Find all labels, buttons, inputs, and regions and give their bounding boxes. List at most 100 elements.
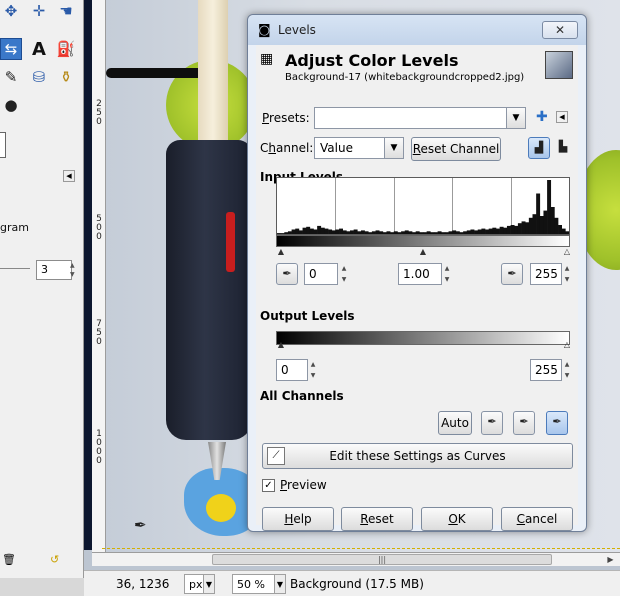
presets-combo[interactable]	[314, 107, 508, 129]
reset-button[interactable]: Reset	[341, 507, 413, 531]
help-button[interactable]: Help	[262, 507, 334, 531]
reset-icon[interactable]: ↺	[50, 553, 64, 567]
close-button[interactable]: ✕	[542, 21, 578, 39]
histogram-bin	[528, 217, 533, 234]
move-tool-icon[interactable]: ✥	[0, 0, 22, 22]
histogram-bin	[291, 229, 296, 234]
white-eyedropper-icon[interactable]: ✒	[546, 411, 568, 435]
zoom-select[interactable]: 50 %	[232, 574, 276, 594]
input-high-spin[interactable]: 255	[530, 263, 562, 285]
unit-dropdown-icon[interactable]: ▼	[203, 574, 215, 594]
dodge-burn-tool-icon[interactable]: ●	[0, 94, 22, 116]
input-gamma-marker-icon[interactable]: ▲	[418, 248, 428, 256]
histogram-bin	[408, 231, 413, 234]
smudge-tool-icon[interactable]: ☚	[55, 0, 77, 22]
trash-icon[interactable]: 🗑	[2, 553, 16, 567]
toolbox-panel: ✥ ✛ ☚ ⇆ A ⛽ ✎ ⛁ ⚱ ● ◀ gram 3 ▲ ▼ 🗑 ↺	[0, 0, 84, 578]
histogram-bin	[481, 228, 486, 234]
output-low-marker-icon[interactable]: ▲	[276, 341, 286, 349]
histogram-bin	[415, 231, 420, 234]
scroll-right-icon[interactable]: ▶	[605, 554, 616, 565]
align-tool-icon[interactable]: ✛	[28, 0, 50, 22]
output-high-spin[interactable]: 255	[530, 359, 562, 381]
histogram-bin	[419, 232, 424, 234]
histogram-bin	[298, 230, 303, 234]
clone-tool-icon[interactable]: ⛁	[28, 66, 50, 88]
zoom-dropdown-icon[interactable]: ▼	[274, 574, 286, 594]
panel-menu-arrow-icon[interactable]: ◀	[63, 170, 75, 182]
input-low-spin-arrows-icon[interactable]: ▲ ▼	[339, 263, 349, 285]
histogram-bin	[320, 227, 325, 234]
color-swatch[interactable]	[0, 132, 6, 158]
horizontal-scrollbar[interactable]: ||| ▶	[92, 552, 620, 566]
input-high-marker-icon[interactable]: △	[562, 248, 572, 256]
input-low-marker-icon[interactable]: ▲	[276, 248, 286, 256]
histogram-bin	[401, 231, 406, 234]
histogram-bin	[510, 225, 515, 234]
log-histogram-icon[interactable]: ▙	[552, 137, 574, 159]
output-high-marker-icon[interactable]: △	[562, 341, 572, 349]
input-gradient-bar[interactable]	[276, 235, 570, 247]
histogram-bin	[466, 230, 471, 234]
histogram-bin	[477, 229, 482, 234]
histogram-bin	[331, 230, 336, 234]
dialog-title: Levels	[278, 23, 316, 37]
input-low-spin[interactable]: 0	[304, 263, 338, 285]
pick-white-point-button[interactable]: ✒	[501, 263, 523, 285]
linear-histogram-icon[interactable]: ▟	[528, 137, 550, 159]
canvas-padding	[84, 0, 92, 550]
histogram-bin	[382, 232, 387, 234]
curves-icon: ⟋	[267, 447, 285, 465]
histogram-bin	[565, 231, 569, 234]
histogram-bin	[339, 228, 343, 234]
flip-tool-icon[interactable]: ⇆	[0, 38, 22, 60]
channel-combo[interactable]: Value	[314, 137, 386, 159]
histogram-bin	[393, 231, 398, 234]
channel-dropdown-icon[interactable]: ▼	[384, 137, 404, 159]
spin-arrows-icon[interactable]: ▲ ▼	[70, 261, 78, 279]
histogram-bin	[328, 229, 333, 234]
histogram-bin	[375, 230, 380, 234]
output-levels-label: Output Levels	[260, 309, 355, 323]
histogram-bin	[426, 231, 431, 234]
bucket-fill-tool-icon[interactable]: ⛽	[55, 38, 77, 60]
reset-channel-button[interactable]: Reset Channel	[411, 137, 501, 161]
histogram-bin	[386, 231, 391, 234]
histogram-bin	[554, 217, 559, 234]
auto-button[interactable]: Auto	[438, 411, 472, 435]
histogram-bin	[346, 231, 351, 234]
output-gradient-bar[interactable]	[276, 331, 570, 345]
pick-black-point-button[interactable]: ✒	[276, 263, 298, 285]
input-gamma-spin[interactable]: 1.00	[398, 263, 442, 285]
output-low-spin[interactable]: 0	[276, 359, 308, 381]
histogram-bin	[430, 232, 435, 234]
stamp-tool-icon[interactable]: ⚱	[55, 66, 77, 88]
dialog-title-bar[interactable]: ◙ Levels ✕	[248, 15, 586, 45]
cancel-button[interactable]: Cancel	[501, 507, 573, 531]
input-gamma-spin-arrows-icon[interactable]: ▲ ▼	[442, 263, 452, 285]
add-preset-icon[interactable]: ✚	[536, 109, 548, 125]
gray-eyedropper-icon[interactable]: ✒	[513, 411, 535, 435]
text-tool-icon[interactable]: A	[28, 38, 50, 60]
tool-options-slider[interactable]	[0, 268, 30, 269]
color-picker-tool-icon[interactable]: ✎	[0, 66, 22, 88]
histogram-bin	[496, 228, 500, 234]
black-eyedropper-icon[interactable]: ✒	[481, 411, 503, 435]
ok-button[interactable]: OK	[421, 507, 493, 531]
horizontal-scroll-thumb[interactable]: |||	[212, 554, 552, 565]
presets-dropdown-icon[interactable]: ▼	[506, 107, 526, 129]
histogram-bin	[444, 232, 449, 234]
histogram-bin	[360, 230, 365, 234]
presets-menu-icon[interactable]: ◀	[556, 111, 568, 123]
layer-info: Background (17.5 MB)	[290, 577, 424, 591]
histogram-bin	[313, 229, 318, 234]
output-high-spin-arrows-icon[interactable]: ▲ ▼	[562, 359, 572, 381]
input-high-spin-arrows-icon[interactable]: ▲ ▼	[562, 263, 572, 285]
preview-checkbox[interactable]: ✓	[262, 479, 275, 492]
output-low-spin-arrows-icon[interactable]: ▲ ▼	[308, 359, 318, 381]
edit-as-curves-button[interactable]: ⟋ Edit these Settings as Curves	[262, 443, 573, 469]
histogram-bin	[412, 232, 416, 234]
histogram-bin	[492, 227, 497, 234]
histogram-bin	[470, 229, 475, 234]
tool-options-spin-input[interactable]: 3	[36, 260, 72, 280]
